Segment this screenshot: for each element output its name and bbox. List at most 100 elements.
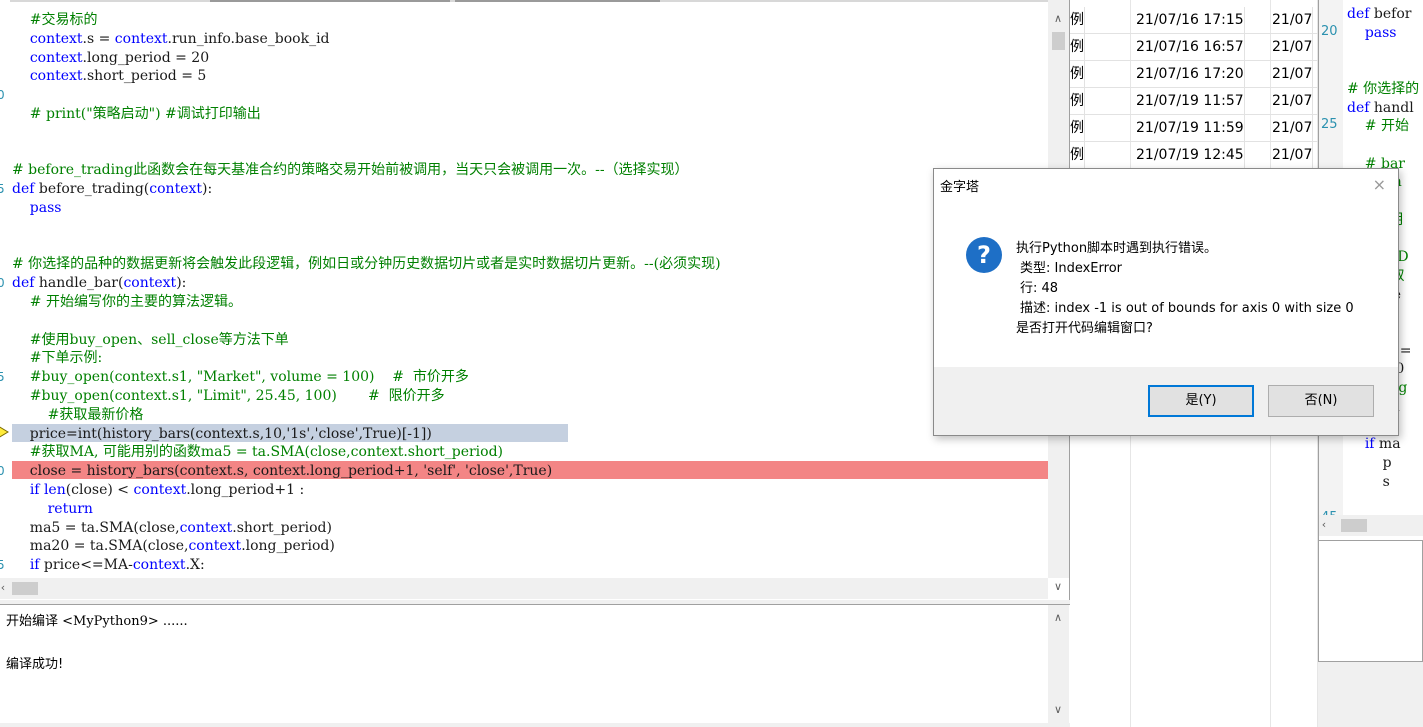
compile-output-panel[interactable]: 开始编译 <MyPython9> ...... 编译成功! ∧ ∨ xyxy=(0,604,1070,723)
table-cell: 21/07/19 11:57 xyxy=(1136,88,1245,114)
code-token: context xyxy=(123,275,177,291)
code-token: price<=MA- xyxy=(39,557,133,573)
code-editor[interactable]: 050505 #交易标的 context.s = context.run_inf… xyxy=(0,0,1070,600)
dialog-title: 金字塔 xyxy=(940,180,980,195)
code-line[interactable]: context.s = context.run_info.base_book_i… xyxy=(12,30,330,48)
code-token: handle_bar( xyxy=(34,275,124,291)
code-line[interactable]: #buy_open(context.s1, "Market", volume =… xyxy=(12,368,469,386)
code-line[interactable]: def befor xyxy=(1347,5,1411,23)
execution-arrow-icon xyxy=(0,426,9,438)
dialog-message: 执行Python脚本时遇到执行错误。 xyxy=(1016,241,1218,256)
scroll-left-icon[interactable]: ‹ xyxy=(0,579,12,597)
code-keyword: def xyxy=(1347,100,1370,116)
code-line[interactable]: # 开始 xyxy=(1347,117,1409,135)
code-token: context xyxy=(29,31,83,47)
code-line[interactable]: close = history_bars(context.s, context.… xyxy=(12,462,552,480)
code-line[interactable]: # print("策略启动") #调试打印输出 xyxy=(12,105,261,123)
line-number: 0 xyxy=(0,274,7,292)
code-line[interactable]: context.short_period = 5 xyxy=(12,67,206,85)
table-cell: 例 xyxy=(1070,142,1085,168)
table-row[interactable]: 例 21/07/16 16:57 21/07 xyxy=(1070,34,1318,61)
code-token: context xyxy=(188,538,242,554)
code-line[interactable]: # before_trading此函数会在每天基准合约的策略交易开始前被调用，当… xyxy=(12,161,689,179)
code-line[interactable]: # 你选择的 xyxy=(1347,80,1419,98)
code-line[interactable]: #获取最新价格 xyxy=(12,406,144,424)
code-token: ma5 = ta.SMA(close, xyxy=(12,520,180,536)
table-row[interactable]: 例 21/07/19 12:45 21/07 xyxy=(1070,142,1318,169)
table-row[interactable]: 例 21/07/16 17:20 21/07 xyxy=(1070,61,1318,88)
scroll-up-icon[interactable]: ∧ xyxy=(1049,609,1067,627)
code-line[interactable]: # 你选择的品种的数据更新将会触发此段逻辑，例如日或分钟历史数据切片或者是实时数… xyxy=(12,255,721,273)
code-token: .long_period = 20 xyxy=(82,50,210,66)
code-line[interactable]: def handle_bar(context): xyxy=(12,274,186,292)
code-line[interactable]: if len(close) < context.long_period+1 : xyxy=(12,481,304,499)
code-line[interactable]: if price<=MA-context.X: xyxy=(12,556,205,574)
code-token: context xyxy=(149,181,202,197)
code-line[interactable]: #下单示例: xyxy=(12,349,102,367)
table-cell: 21/07/19 11:59 xyxy=(1136,115,1245,141)
code-token: len xyxy=(43,482,66,498)
scroll-left-icon[interactable]: ‹ xyxy=(1319,516,1333,534)
output-vertical-scrollbar[interactable]: ∧ ∨ xyxy=(1048,605,1069,723)
close-icon[interactable]: × xyxy=(1373,175,1386,194)
table-cell: 例 xyxy=(1070,88,1085,114)
table-cell: 21/07 xyxy=(1272,115,1314,141)
table-cell: 21/07 xyxy=(1272,34,1314,60)
code-token: def xyxy=(12,275,35,291)
secondary-horizontal-scrollbar[interactable]: ‹ xyxy=(1319,515,1423,536)
code-line[interactable]: ma20 = ta.SMA(close,context.long_period) xyxy=(12,537,335,555)
table-row[interactable]: 例 21/07/19 11:57 21/07 xyxy=(1070,88,1318,115)
code-line[interactable]: s xyxy=(1347,473,1390,491)
code-token: .run_info.base_book_id xyxy=(167,31,330,47)
editor-gutter: 0 5 0 5 0 5 xyxy=(0,0,10,578)
code-text-area[interactable]: #交易标的 context.s = context.run_info.base_… xyxy=(12,0,1048,578)
table-cell: 例 xyxy=(1070,61,1085,87)
code-line[interactable]: pass xyxy=(1347,24,1397,42)
error-dialog[interactable]: 金字塔 × ? 执行Python脚本时遇到执行错误。 类型: IndexErro… xyxy=(933,168,1399,436)
code-keyword: pass xyxy=(1364,25,1397,41)
code-line[interactable]: ma5 = ta.SMA(close,context.short_period) xyxy=(12,519,332,537)
code-token: .X: xyxy=(185,557,205,573)
code-token: context xyxy=(29,50,83,66)
code-line[interactable]: return xyxy=(12,500,93,518)
yes-button[interactable]: 是(Y) xyxy=(1148,385,1254,417)
code-line[interactable]: #使用buy_open、sell_close等方法下单 xyxy=(12,331,289,349)
no-button[interactable]: 否(N) xyxy=(1268,385,1374,417)
code-line[interactable]: if ma xyxy=(1347,435,1401,453)
error-line-number: 行: 48 xyxy=(1020,281,1059,296)
line-number: 0 xyxy=(0,86,7,104)
code-token: ma20 = ta.SMA(close, xyxy=(12,538,189,554)
code-line[interactable]: #buy_open(context.s1, "Limit", 25.45, 10… xyxy=(12,387,445,405)
code-line[interactable]: p xyxy=(1347,454,1392,472)
secondary-output-panel[interactable] xyxy=(1318,540,1423,662)
dialog-button-bar: 是(Y) 否(N) xyxy=(934,367,1398,435)
scroll-down-icon[interactable]: ∨ xyxy=(1049,578,1067,596)
code-line[interactable]: def handl xyxy=(1347,99,1414,117)
scroll-thumb[interactable] xyxy=(1341,519,1367,532)
scroll-thumb[interactable] xyxy=(12,582,38,595)
line-number: 0 xyxy=(0,462,7,480)
code-token: context xyxy=(132,557,186,573)
code-line[interactable]: pass xyxy=(12,199,62,217)
editor-horizontal-scrollbar[interactable]: ‹ xyxy=(0,578,1048,599)
code-token: (close) < xyxy=(65,482,134,498)
code-line[interactable]: context.long_period = 20 xyxy=(12,49,209,67)
line-number: 5 xyxy=(0,180,7,198)
line-number: 20 xyxy=(1321,24,1338,39)
table-row[interactable]: 例 21/07/16 17:15 21/07 xyxy=(1070,7,1318,34)
scroll-thumb[interactable] xyxy=(1052,32,1065,50)
code-token: context xyxy=(179,520,233,536)
code-line[interactable]: # 开始编写你的主要的算法逻辑。 xyxy=(12,293,242,311)
scroll-up-icon[interactable]: ∧ xyxy=(1049,10,1067,28)
table-cell: 21/07/16 16:57 xyxy=(1136,34,1245,60)
code-line[interactable]: price=int(history_bars(context.s,10,'1s'… xyxy=(12,425,432,443)
code-line[interactable]: #获取MA, 可能用别的函数ma5 = ta.SMA(close,context… xyxy=(12,443,503,461)
table-row[interactable]: 例 21/07/19 11:59 21/07 xyxy=(1070,115,1318,142)
error-type: 类型: IndexError xyxy=(1020,261,1122,276)
scroll-down-icon[interactable]: ∨ xyxy=(1049,701,1067,719)
code-line[interactable]: #交易标的 xyxy=(12,11,98,29)
code-line[interactable]: def before_trading(context): xyxy=(12,180,212,198)
